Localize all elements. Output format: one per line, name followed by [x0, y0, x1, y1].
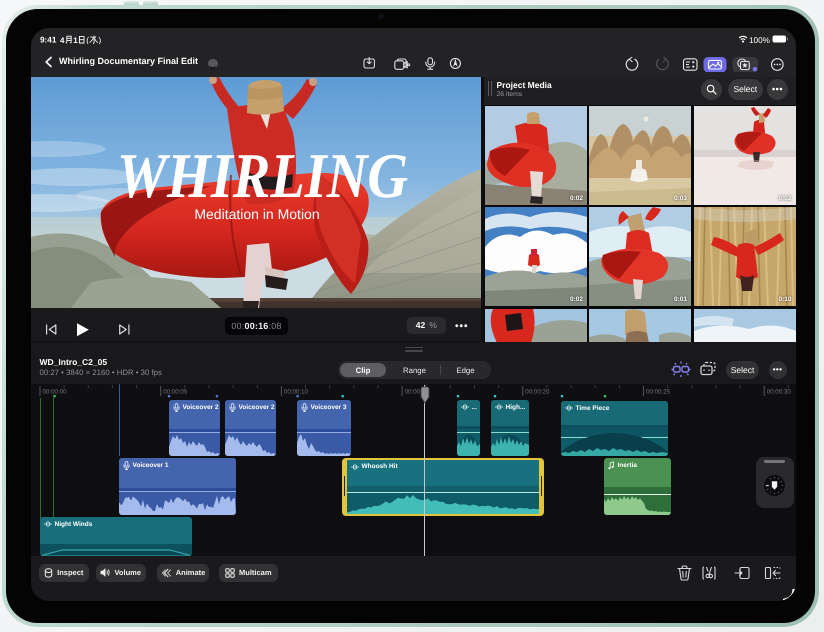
svg-text:00:00:10: 00:00:10 — [284, 389, 309, 396]
svg-text:): ) — [98, 35, 101, 44]
svg-text:00:00:30: 00:00:30 — [767, 389, 792, 396]
svg-text:1: 1 — [73, 35, 78, 43]
svg-text:4: 4 — [60, 35, 65, 43]
svg-text:00:00:00: 00:00:00 — [43, 389, 68, 396]
svg-text:9:41: 9:41 — [40, 36, 57, 45]
svg-text:WHIRLING: WHIRLING — [117, 140, 408, 211]
svg-text:00:00:20: 00:00:20 — [525, 389, 550, 396]
svg-text:100%: 100% — [749, 36, 770, 45]
svg-text:00:00:25: 00:00:25 — [646, 389, 671, 396]
svg-text:(: ( — [86, 35, 89, 44]
svg-text:00:00:05: 00:00:05 — [163, 389, 188, 396]
svg-text:Meditation in Motion: Meditation in Motion — [194, 206, 319, 222]
